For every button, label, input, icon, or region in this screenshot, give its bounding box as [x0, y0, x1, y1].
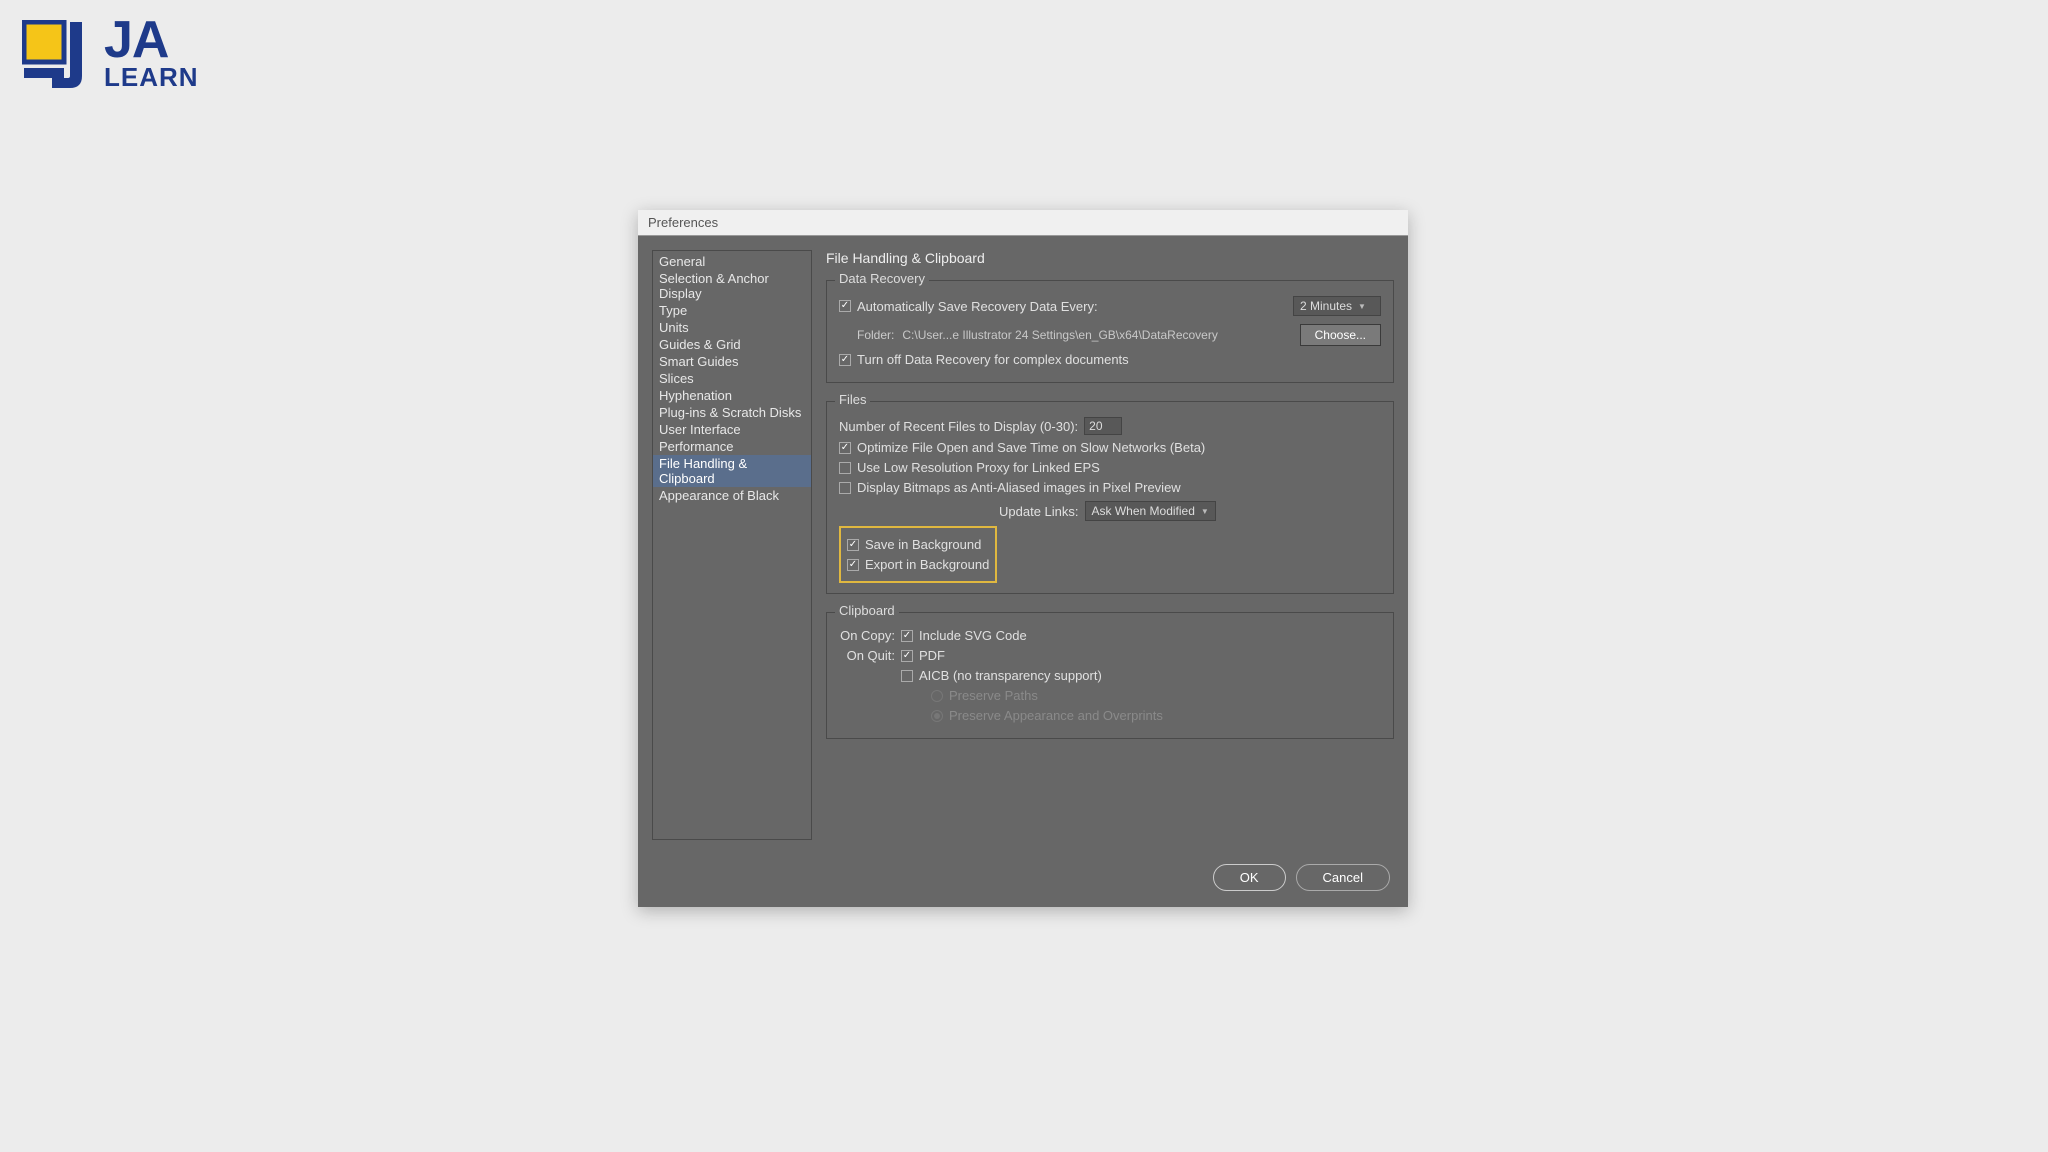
chevron-down-icon: ▼	[1201, 507, 1209, 516]
recent-files-input[interactable]: 20	[1084, 417, 1122, 435]
optimize-checkbox[interactable]	[839, 442, 851, 454]
export-bg-label: Export in Background	[865, 557, 989, 572]
preserve-appearance-label: Preserve Appearance and Overprints	[949, 708, 1163, 723]
chevron-down-icon: ▼	[1358, 302, 1366, 311]
window-title: Preferences	[638, 210, 1408, 236]
clipboard-section: Clipboard On Copy: Include SVG Code On Q…	[826, 612, 1394, 739]
export-bg-checkbox[interactable]	[847, 559, 859, 571]
folder-label: Folder:	[857, 328, 894, 342]
folder-path: C:\User...e Illustrator 24 Settings\en_G…	[902, 328, 1217, 342]
sidebar-item-general[interactable]: General	[653, 253, 811, 270]
choose-button[interactable]: Choose...	[1300, 324, 1381, 346]
logo-text-bottom: LEARN	[104, 62, 199, 93]
sidebar-item-units[interactable]: Units	[653, 319, 811, 336]
logo: JA LEARN	[22, 18, 199, 93]
low-res-label: Use Low Resolution Proxy for Linked EPS	[857, 460, 1100, 475]
on-copy-label: On Copy:	[839, 628, 895, 643]
turn-off-label: Turn off Data Recovery for complex docum…	[857, 352, 1129, 367]
pdf-checkbox[interactable]	[901, 650, 913, 662]
files-title: Files	[835, 392, 870, 407]
data-recovery-title: Data Recovery	[835, 271, 929, 286]
update-links-dropdown[interactable]: Ask When Modified ▼	[1085, 501, 1216, 521]
logo-text-top: JA	[104, 18, 199, 62]
sidebar-item-hyphenation[interactable]: Hyphenation	[653, 387, 811, 404]
svg-checkbox[interactable]	[901, 630, 913, 642]
panel-title: File Handling & Clipboard	[826, 250, 1394, 266]
ok-button[interactable]: OK	[1213, 864, 1286, 891]
preserve-appearance-radio	[931, 710, 943, 722]
sidebar-item-smart-guides[interactable]: Smart Guides	[653, 353, 811, 370]
data-recovery-section: Data Recovery Automatically Save Recover…	[826, 280, 1394, 383]
aicb-checkbox[interactable]	[901, 670, 913, 682]
update-links-value: Ask When Modified	[1092, 504, 1195, 518]
low-res-checkbox[interactable]	[839, 462, 851, 474]
preserve-paths-radio	[931, 690, 943, 702]
on-quit-label: On Quit:	[839, 648, 895, 663]
auto-save-checkbox[interactable]	[839, 300, 851, 312]
clipboard-title: Clipboard	[835, 603, 899, 618]
interval-dropdown[interactable]: 2 Minutes ▼	[1293, 296, 1381, 316]
sidebar-item-slices[interactable]: Slices	[653, 370, 811, 387]
sidebar-item-ui[interactable]: User Interface	[653, 421, 811, 438]
interval-value: 2 Minutes	[1300, 299, 1352, 313]
preferences-dialog: Preferences General Selection & Anchor D…	[638, 210, 1408, 907]
sidebar-item-file-handling[interactable]: File Handling & Clipboard	[653, 455, 811, 487]
logo-mark-icon	[22, 20, 94, 92]
update-links-label: Update Links:	[999, 504, 1079, 519]
sidebar-item-type[interactable]: Type	[653, 302, 811, 319]
sidebar-item-plugins[interactable]: Plug-ins & Scratch Disks	[653, 404, 811, 421]
preserve-paths-label: Preserve Paths	[949, 688, 1038, 703]
preferences-sidebar: General Selection & Anchor Display Type …	[652, 250, 812, 840]
recent-files-label: Number of Recent Files to Display (0-30)…	[839, 419, 1078, 434]
sidebar-item-performance[interactable]: Performance	[653, 438, 811, 455]
optimize-label: Optimize File Open and Save Time on Slow…	[857, 440, 1205, 455]
bitmaps-label: Display Bitmaps as Anti-Aliased images i…	[857, 480, 1181, 495]
sidebar-item-guides[interactable]: Guides & Grid	[653, 336, 811, 353]
turn-off-checkbox[interactable]	[839, 354, 851, 366]
save-bg-label: Save in Background	[865, 537, 981, 552]
auto-save-label: Automatically Save Recovery Data Every:	[857, 299, 1098, 314]
files-section: Files Number of Recent Files to Display …	[826, 401, 1394, 594]
bitmaps-checkbox[interactable]	[839, 482, 851, 494]
background-highlight: Save in Background Export in Background	[839, 526, 997, 583]
pdf-label: PDF	[919, 648, 945, 663]
sidebar-item-selection[interactable]: Selection & Anchor Display	[653, 270, 811, 302]
save-bg-checkbox[interactable]	[847, 539, 859, 551]
sidebar-item-black[interactable]: Appearance of Black	[653, 487, 811, 504]
aicb-label: AICB (no transparency support)	[919, 668, 1102, 683]
svg-label: Include SVG Code	[919, 628, 1027, 643]
cancel-button[interactable]: Cancel	[1296, 864, 1390, 891]
